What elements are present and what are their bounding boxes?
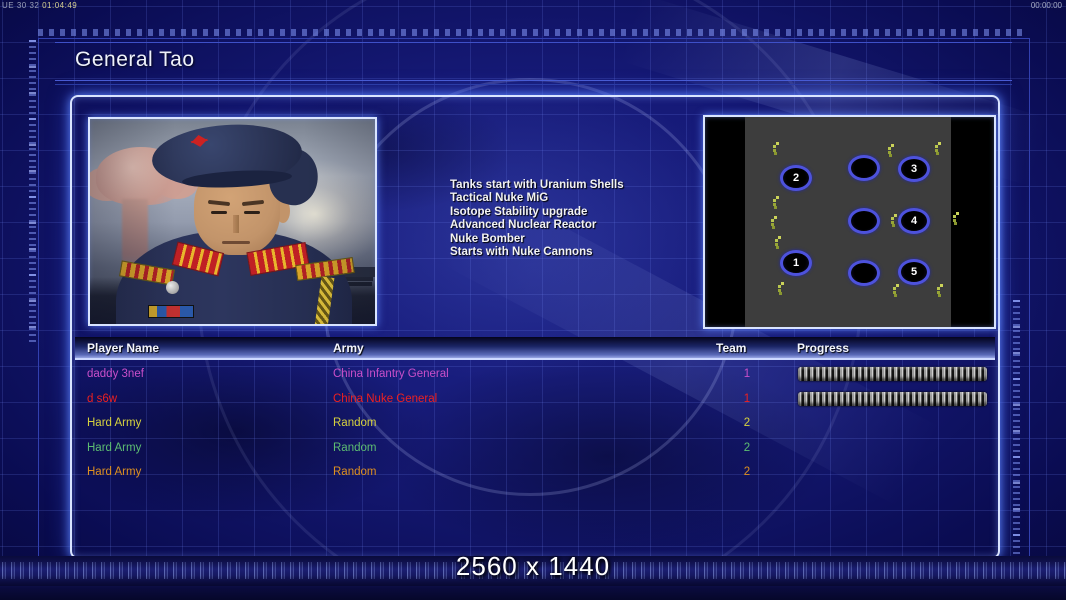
title-divider-bottom2 bbox=[55, 84, 1012, 85]
map-resource-icon bbox=[778, 285, 781, 288]
player-team: 1 bbox=[727, 387, 767, 411]
player-army: China Infantry General bbox=[333, 362, 449, 386]
ability-item: Tanks start with Uranium Shells bbox=[450, 179, 700, 192]
player-team: 1 bbox=[727, 362, 767, 386]
resolution-label: 2560 x 1440 bbox=[0, 551, 1066, 582]
player-army: Random bbox=[333, 460, 376, 484]
map-resource-icon bbox=[773, 199, 776, 202]
roster-body: daddy 3nef China Infantry General 1 d s6… bbox=[75, 360, 995, 552]
map-preview: 2 3 4 1 5 bbox=[703, 115, 996, 329]
title-divider-top bbox=[55, 42, 1012, 43]
map-resource-icon bbox=[891, 217, 894, 220]
start-position-marker-3: 3 bbox=[898, 156, 930, 182]
start-position-marker bbox=[848, 208, 880, 234]
column-progress: Progress bbox=[797, 341, 849, 355]
player-row: daddy 3nef China Infantry General 1 bbox=[75, 362, 995, 386]
load-progress-bar bbox=[798, 367, 987, 381]
start-position-marker bbox=[848, 260, 880, 286]
load-progress-bar bbox=[798, 392, 987, 406]
ruler-ticks-left bbox=[29, 40, 36, 345]
player-army: Random bbox=[333, 411, 376, 435]
player-name: daddy 3nef bbox=[87, 362, 144, 386]
player-army: Random bbox=[333, 436, 376, 460]
ability-item: Starts with Nuke Cannons bbox=[450, 246, 700, 259]
start-position-marker-5: 5 bbox=[898, 259, 930, 285]
start-position-marker-2: 2 bbox=[780, 165, 812, 191]
page-title: General Tao bbox=[75, 48, 195, 72]
map-resource-icon bbox=[888, 147, 891, 150]
start-position-marker-1: 1 bbox=[780, 250, 812, 276]
general-abilities-list: Tanks start with Uranium Shells Tactical… bbox=[450, 179, 700, 259]
player-name: Hard Army bbox=[87, 460, 141, 484]
start-position-marker-4: 4 bbox=[898, 208, 930, 234]
column-team: Team bbox=[716, 341, 746, 355]
loading-screen: UE 30 32 01:04:49 00:00:00 General Tao bbox=[0, 0, 1066, 600]
player-name: Hard Army bbox=[87, 436, 141, 460]
map-resource-icon bbox=[935, 145, 938, 148]
ruler-ticks-top bbox=[38, 29, 1028, 36]
map-resource-icon bbox=[773, 145, 776, 148]
player-name: Hard Army bbox=[87, 411, 141, 435]
ability-item: Nuke Bomber bbox=[450, 233, 700, 246]
ability-item: Isotope Stability upgrade bbox=[450, 206, 700, 219]
column-army: Army bbox=[333, 341, 364, 355]
ability-item: Advanced Nuclear Reactor bbox=[450, 219, 700, 232]
roster-header: Player Name Army Team Progress bbox=[75, 337, 995, 360]
map-resource-icon bbox=[937, 287, 940, 290]
player-team: 2 bbox=[727, 460, 767, 484]
player-row: Hard Army Random 2 bbox=[75, 460, 995, 484]
player-row: Hard Army Random 2 bbox=[75, 411, 995, 435]
game-timer: 00:00:00 bbox=[1031, 1, 1062, 10]
player-team: 2 bbox=[727, 436, 767, 460]
player-army: China Nuke General bbox=[333, 387, 437, 411]
portrait-vignette bbox=[90, 119, 375, 324]
map-resource-icon bbox=[953, 215, 956, 218]
map-resource-icon bbox=[771, 219, 774, 222]
player-row: Hard Army Random 2 bbox=[75, 436, 995, 460]
player-team: 2 bbox=[727, 411, 767, 435]
ability-item: Tactical Nuke MiG bbox=[450, 192, 700, 205]
map-resource-icon bbox=[893, 287, 896, 290]
debug-readout: UE 30 32 01:04:49 bbox=[2, 1, 77, 10]
start-position-marker bbox=[848, 155, 880, 181]
general-portrait bbox=[88, 117, 377, 326]
column-player-name: Player Name bbox=[87, 341, 159, 355]
map-resource-icon bbox=[775, 239, 778, 242]
player-row: d s6w China Nuke General 1 bbox=[75, 387, 995, 411]
player-name: d s6w bbox=[87, 387, 117, 411]
title-divider-bottom bbox=[55, 80, 1012, 81]
